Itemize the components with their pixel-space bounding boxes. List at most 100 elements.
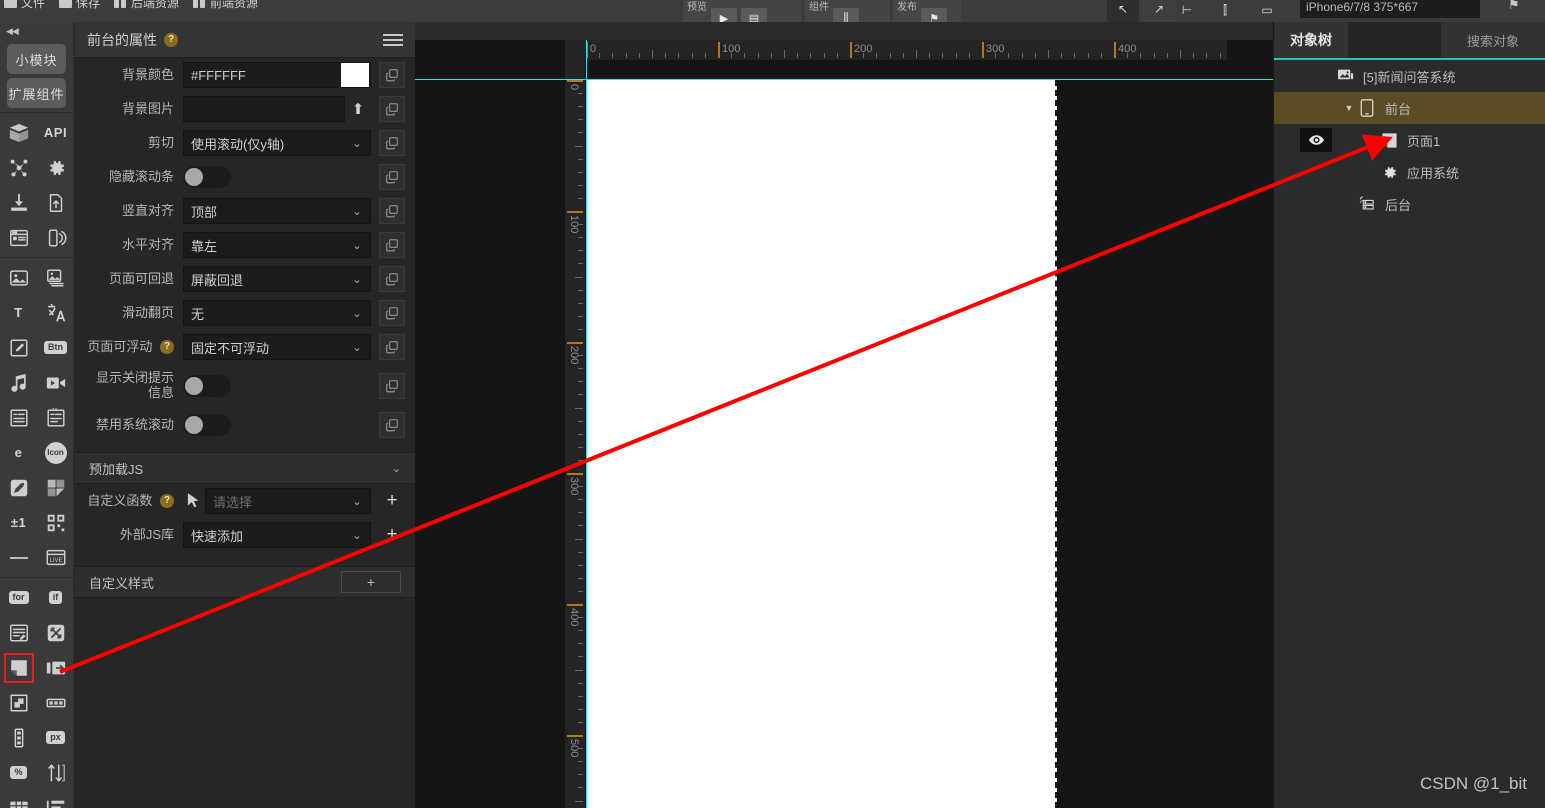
chevron-down-icon[interactable]: ⌄ xyxy=(344,341,370,354)
background-image-field[interactable] xyxy=(183,96,345,122)
copy-icon[interactable] xyxy=(379,373,405,399)
toggle-switch[interactable] xyxy=(183,414,231,436)
rail-mobile-signal-icon[interactable] xyxy=(37,220,74,255)
rail-video-icon[interactable] xyxy=(37,365,74,400)
rail-qrcode-icon[interactable] xyxy=(37,505,74,540)
expand-arrow-icon[interactable]: ▼ xyxy=(1342,103,1356,113)
chevron-down-icon[interactable]: ⌄ xyxy=(344,205,370,218)
tree-node[interactable]: [5]新闻问答系统 xyxy=(1274,60,1545,92)
select-field[interactable]: 固定不可浮动 ⌄ xyxy=(183,334,371,360)
add-button[interactable]: + xyxy=(379,488,405,514)
play-icon[interactable]: ▶ xyxy=(711,8,737,22)
sidebar-tab-small-module[interactable]: 小模块 xyxy=(7,44,66,74)
help-icon[interactable]: ? xyxy=(160,340,174,355)
hamburger-icon[interactable] xyxy=(383,33,403,46)
select-field[interactable]: 无 ⌄ xyxy=(183,300,371,326)
copy-icon[interactable] xyxy=(379,300,405,326)
add-custom-style-button[interactable]: + xyxy=(341,571,401,593)
chevron-down-icon[interactable]: ⌄ xyxy=(344,495,370,508)
rail-list-item-icon[interactable] xyxy=(0,400,37,435)
help-icon[interactable]: ? xyxy=(164,32,178,47)
color-swatch[interactable] xyxy=(341,63,369,87)
rail-line-icon[interactable] xyxy=(0,540,37,575)
section-custom-style[interactable]: 自定义样式 + xyxy=(75,566,415,598)
upload-icon[interactable]: ⬆ xyxy=(345,96,371,122)
canvas-area[interactable]: 0 100 200 300 400 0 100 200 300 400 500 xyxy=(415,22,1273,808)
visibility-toggle-icon[interactable] xyxy=(1300,128,1332,152)
select-field[interactable]: 屏蔽回退 ⌄ xyxy=(183,266,371,292)
rail-px-unit-icon[interactable]: px xyxy=(37,720,74,755)
copy-icon[interactable] xyxy=(379,62,405,88)
sidebar-tab-extension[interactable]: 扩展组件 xyxy=(7,78,66,108)
copy-icon[interactable] xyxy=(379,232,405,258)
rail-form-edit-icon[interactable] xyxy=(0,615,37,650)
copy-icon[interactable] xyxy=(379,198,405,224)
copy-icon[interactable] xyxy=(379,266,405,292)
component-icon[interactable]: ⫼ xyxy=(833,8,859,22)
flag-icon[interactable]: ⚑ xyxy=(1508,0,1520,13)
rail-image-stack-icon[interactable] xyxy=(37,260,74,295)
rail-api-icon[interactable]: API xyxy=(37,115,74,150)
rail-tree-list-icon[interactable] xyxy=(37,790,74,808)
rail-percent-unit-icon[interactable]: % xyxy=(0,755,37,790)
rail-grid-icon[interactable] xyxy=(0,790,37,808)
rail-segments-icon[interactable] xyxy=(37,685,74,720)
rail-text-icon[interactable]: T xyxy=(0,295,37,330)
select-field[interactable]: 使用滚动(仅y轴) ⌄ xyxy=(183,130,371,156)
tree-node[interactable]: 应用系统 xyxy=(1274,156,1545,188)
chevron-down-icon[interactable]: ⌄ xyxy=(344,239,370,252)
rail-package-icon[interactable] xyxy=(0,115,37,150)
rail-live-icon[interactable]: LIVE xyxy=(37,540,74,575)
rail-download-icon[interactable] xyxy=(0,185,37,220)
copy-icon[interactable] xyxy=(379,164,405,190)
rail-flow-icon[interactable] xyxy=(0,150,37,185)
toggle-switch[interactable] xyxy=(183,166,231,188)
rail-shuffle-icon[interactable] xyxy=(37,615,74,650)
tree-node[interactable]: 页面1 xyxy=(1274,124,1545,156)
background-color-field[interactable]: #FFFFFF xyxy=(183,62,371,88)
chevron-down-icon[interactable]: ⌄ xyxy=(344,273,370,286)
device-icon[interactable]: ▭ xyxy=(1252,0,1282,22)
menu-item-backend-resource[interactable]: 后端资源 xyxy=(114,0,179,11)
redo-button[interactable]: ↗ xyxy=(1143,0,1175,22)
rail-stepper-icon[interactable]: ±1 xyxy=(0,505,37,540)
chevron-down-icon[interactable]: ⌄ xyxy=(344,529,370,542)
chevron-down-icon[interactable]: ⌄ xyxy=(344,137,370,150)
page-canvas[interactable] xyxy=(587,80,1057,808)
rail-page-icon[interactable] xyxy=(0,650,37,685)
select-field[interactable]: 请选择 ⌄ xyxy=(205,488,371,514)
toggle-switch[interactable] xyxy=(183,375,231,397)
rail-paper-plane-icon[interactable] xyxy=(37,470,74,505)
align-center-icon[interactable]: ⫿ xyxy=(1210,0,1240,22)
tree-node[interactable]: ▼ 前台 xyxy=(1274,92,1545,124)
rail-icon-font-icon[interactable]: Icon xyxy=(37,435,74,470)
rail-layers-icon[interactable] xyxy=(0,685,37,720)
rail-translate-icon[interactable] xyxy=(37,295,74,330)
chevron-down-icon[interactable]: ⌄ xyxy=(392,462,401,475)
rail-music-icon[interactable] xyxy=(0,365,37,400)
undo-button[interactable]: ↖ xyxy=(1107,0,1139,22)
publish-flag-icon[interactable]: ⚑ xyxy=(921,8,947,22)
tree-node[interactable]: 后台 xyxy=(1274,188,1545,220)
copy-icon[interactable] xyxy=(379,96,405,122)
rail-button-icon[interactable]: Btn xyxy=(37,330,74,365)
chevron-down-icon[interactable]: ⌄ xyxy=(344,307,370,320)
align-left-icon[interactable]: ⊢ xyxy=(1172,0,1202,22)
rail-image-icon[interactable] xyxy=(0,260,37,295)
select-field[interactable]: 快速添加 ⌄ xyxy=(183,522,371,548)
rail-gear-icon[interactable] xyxy=(37,150,74,185)
select-field[interactable]: 靠左 ⌄ xyxy=(183,232,371,258)
menu-item-file[interactable]: 文件 xyxy=(4,0,45,11)
copy-icon[interactable] xyxy=(379,130,405,156)
rail-for-loop-icon[interactable]: for xyxy=(0,580,37,615)
menu-item-frontend-resource[interactable]: 前端资源 xyxy=(193,0,258,11)
collapse-left-icon[interactable]: ◀◀ xyxy=(0,22,73,40)
rail-list-item-alt-icon[interactable] xyxy=(37,400,74,435)
rail-pen-draw-icon[interactable] xyxy=(0,470,37,505)
phone-preview-icon[interactable]: ▤ xyxy=(741,8,767,22)
copy-icon[interactable] xyxy=(379,412,405,438)
rail-upload-file-icon[interactable] xyxy=(37,185,74,220)
device-selector[interactable]: iPhone6/7/8 375*667 xyxy=(1300,0,1480,18)
menu-item-save[interactable]: 保存 xyxy=(59,0,100,11)
tab-object-tree[interactable]: 对象树 xyxy=(1274,22,1348,58)
